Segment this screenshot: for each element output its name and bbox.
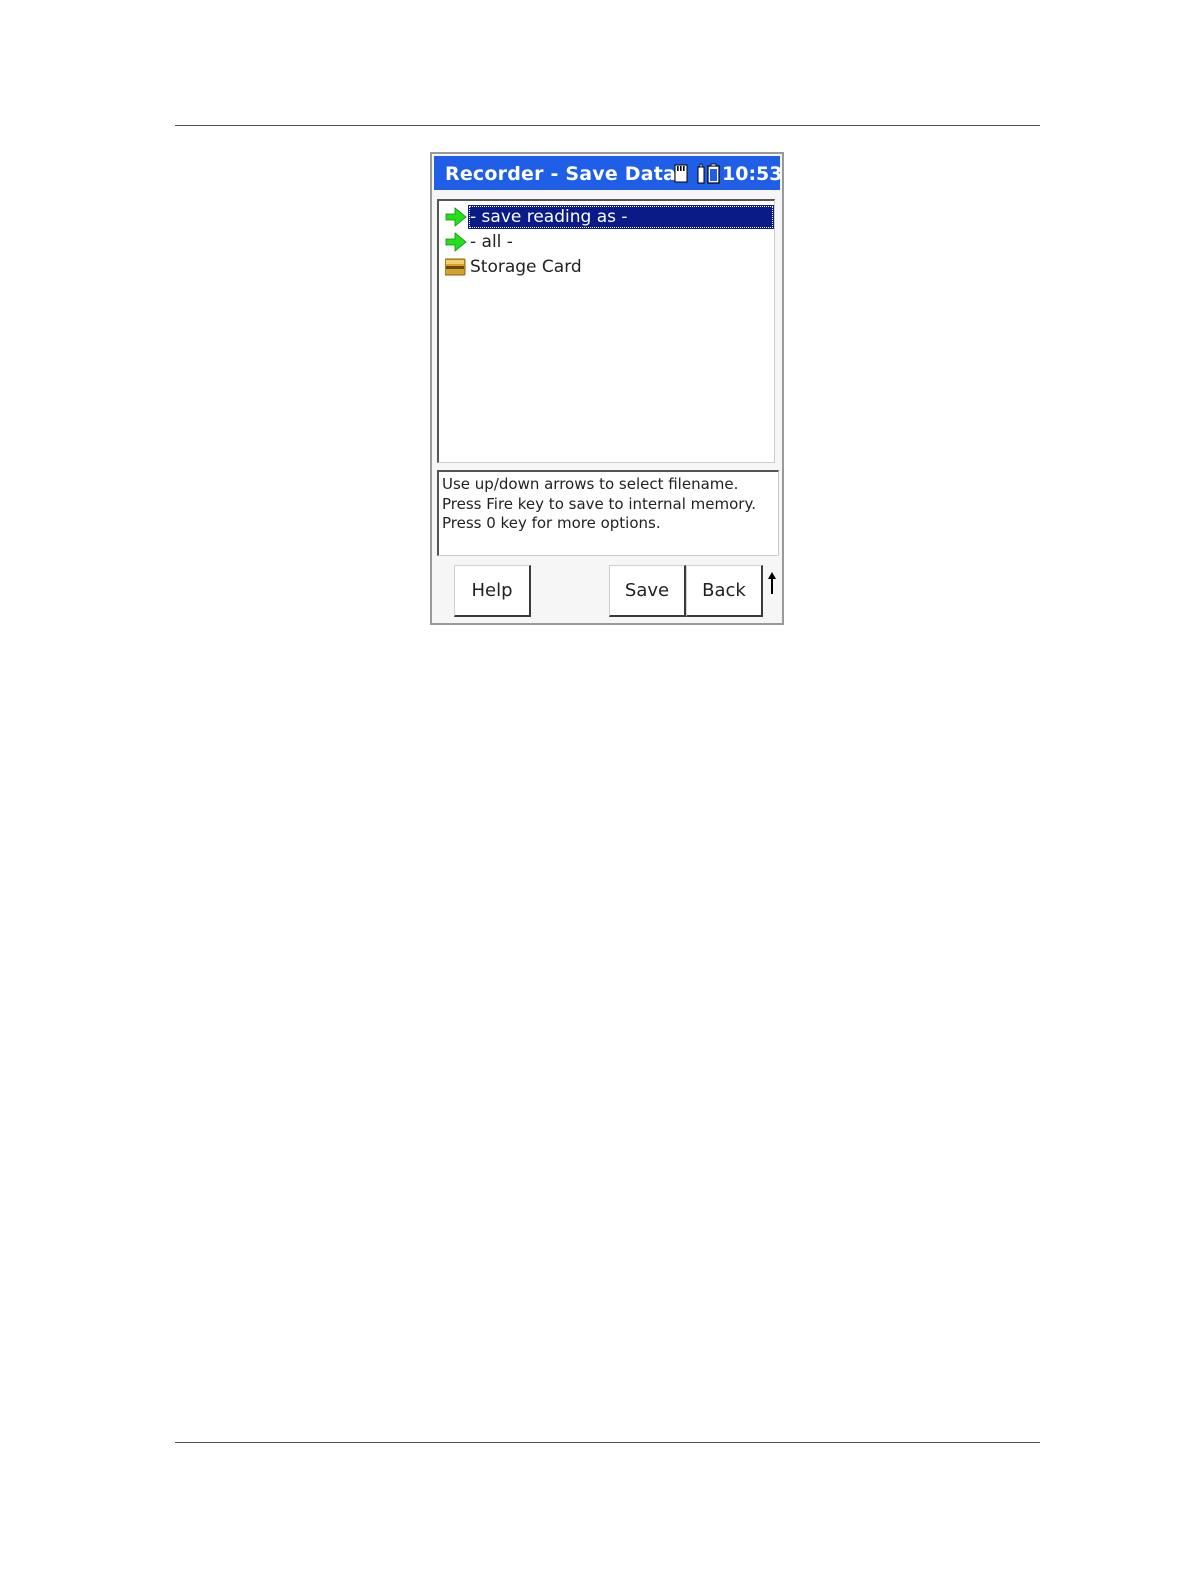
help-button[interactable]: Help bbox=[454, 565, 531, 617]
clock: 10:53 bbox=[722, 163, 783, 185]
list-item-label: Storage Card bbox=[470, 257, 582, 277]
list-item-storage-card[interactable]: Storage Card bbox=[443, 255, 775, 279]
back-button[interactable]: Back bbox=[686, 565, 763, 617]
list-item-label: - all - bbox=[470, 232, 513, 252]
device-screen: Recorder - Save Data 10:53 - save readin… bbox=[430, 152, 784, 625]
save-button[interactable]: Save bbox=[609, 565, 686, 617]
storage-card-icon bbox=[445, 258, 466, 276]
battery-icon bbox=[697, 163, 720, 184]
help-line: Press Fire key to save to internal memor… bbox=[442, 494, 756, 513]
file-list[interactable]: - save reading as - - all - Storage Card bbox=[437, 199, 775, 463]
sd-card-icon bbox=[674, 164, 688, 183]
window-title: Recorder - Save Data bbox=[445, 163, 677, 185]
page-bottom-rule bbox=[175, 1442, 1040, 1443]
help-text-panel: Use up/down arrows to select filename. P… bbox=[437, 470, 779, 556]
list-item-save-reading-as[interactable]: - save reading as - bbox=[443, 205, 775, 229]
help-line: Press 0 key for more options. bbox=[442, 514, 661, 532]
help-line: Use up/down arrows to select filename. bbox=[442, 475, 739, 493]
list-item-all[interactable]: - all - bbox=[443, 230, 775, 254]
page-top-rule bbox=[175, 125, 1040, 126]
green-arrow-icon bbox=[445, 232, 467, 252]
list-item-label: - save reading as - bbox=[468, 205, 774, 229]
title-bar: Recorder - Save Data 10:53 bbox=[434, 156, 783, 190]
green-arrow-icon bbox=[445, 207, 467, 227]
up-arrow-icon bbox=[768, 572, 776, 594]
